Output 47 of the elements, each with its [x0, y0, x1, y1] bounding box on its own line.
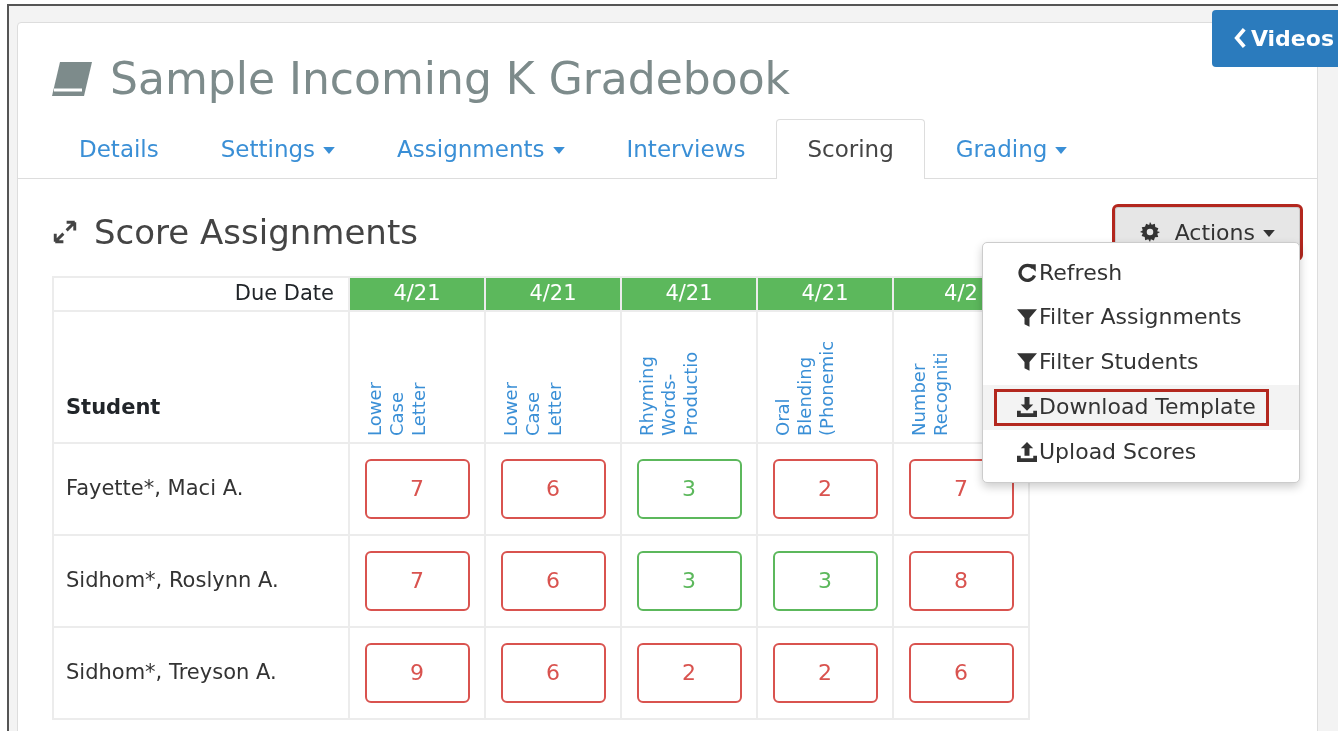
score-field[interactable]: 3: [636, 550, 742, 611]
chevron-left-icon: [1233, 28, 1247, 48]
due-date-cell: 4/21: [757, 276, 893, 311]
score-field[interactable]: 3: [636, 458, 742, 519]
book-icon: [50, 60, 94, 98]
upload-icon: [1017, 442, 1037, 463]
page-title: Sample Incoming K Gradebook: [110, 57, 791, 101]
score-field[interactable]: 8: [908, 550, 1014, 611]
due-date-cell: 4/21: [349, 276, 485, 311]
menu-item[interactable]: Download Template: [983, 384, 1299, 430]
videos-button[interactable]: Videos: [1211, 10, 1338, 67]
score-field[interactable]: 6: [500, 642, 606, 703]
score-field[interactable]: 3: [772, 550, 878, 611]
score-field[interactable]: 6: [908, 642, 1014, 703]
due-date-cell: 4/21: [485, 276, 621, 311]
tab[interactable]: Details: [48, 119, 190, 179]
score-field[interactable]: 6: [500, 458, 606, 519]
score-field[interactable]: 6: [500, 550, 606, 611]
column-header: Student: [66, 395, 161, 419]
score-field[interactable]: 2: [636, 642, 742, 703]
tab[interactable]: Assignments: [366, 119, 596, 179]
caret-icon: [552, 147, 565, 154]
menu-item[interactable]: Filter Students: [983, 340, 1299, 385]
caret-icon: [1263, 230, 1275, 237]
score-field[interactable]: 9: [364, 642, 470, 703]
tab[interactable]: Grading: [924, 119, 1099, 179]
due-date-cell: 4/21: [621, 276, 757, 311]
score-field[interactable]: 7: [364, 550, 470, 611]
section-title: Score Assignments: [94, 210, 418, 254]
refresh-icon: [1017, 262, 1037, 283]
tab[interactable]: Settings: [189, 119, 367, 179]
score-field[interactable]: 7: [364, 458, 470, 519]
student-name: Sidhom*, Roslynn A.: [66, 567, 279, 592]
download-icon: [1017, 397, 1037, 418]
due-date-label: Due Date: [234, 280, 334, 305]
tab[interactable]: Scoring: [776, 119, 925, 179]
filter-icon: [1017, 352, 1037, 373]
student-name: Fayette*, Maci A.: [66, 475, 244, 500]
tab[interactable]: Interviews: [595, 119, 777, 179]
caret-icon: [1055, 147, 1068, 154]
expand-icon[interactable]: [52, 219, 78, 245]
score-field[interactable]: 2: [772, 642, 878, 703]
filter-icon: [1017, 307, 1037, 328]
score-field[interactable]: 2: [772, 458, 878, 519]
gear-icon: [1139, 221, 1160, 242]
student-name: Sidhom*, Treyson A.: [66, 659, 277, 684]
caret-icon: [323, 147, 336, 154]
